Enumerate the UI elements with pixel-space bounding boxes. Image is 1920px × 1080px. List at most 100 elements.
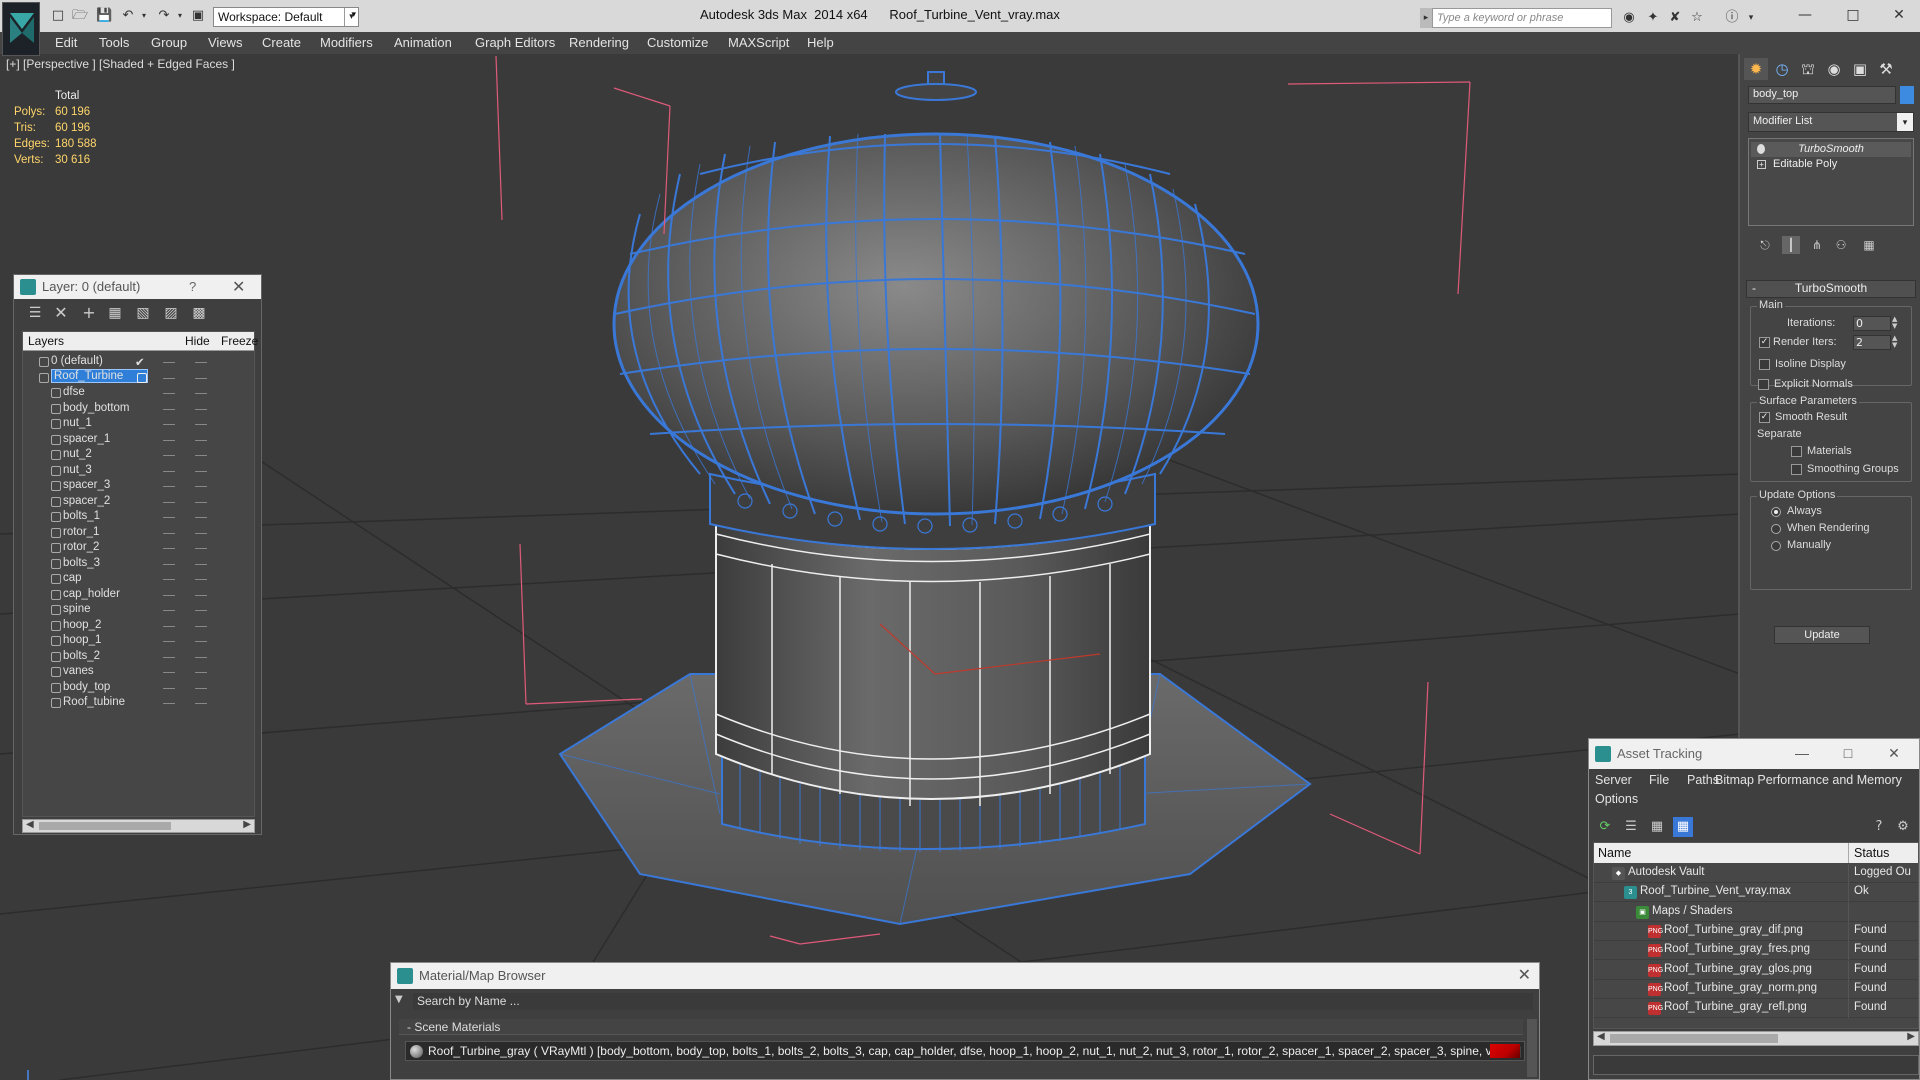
- menu-customize[interactable]: Customize: [647, 35, 708, 50]
- materials-checkbox[interactable]: [1791, 446, 1802, 457]
- minimize-icon[interactable]: —: [1790, 4, 1820, 26]
- col-status[interactable]: Status: [1854, 846, 1889, 860]
- modify-tab-icon[interactable]: ◷: [1770, 58, 1794, 80]
- favorites-icon[interactable]: ✘: [1666, 9, 1684, 27]
- hide-toggle[interactable]: [163, 579, 175, 580]
- asset-menu-file[interactable]: File: [1649, 773, 1669, 787]
- freeze-toggle[interactable]: [195, 393, 207, 394]
- when-rendering-radio[interactable]: [1771, 524, 1781, 534]
- motion-tab-icon[interactable]: ◉: [1822, 58, 1846, 80]
- scene-materials-group[interactable]: - Scene Materials: [399, 1019, 1523, 1035]
- freeze-toggle[interactable]: [195, 594, 207, 596]
- col-hide[interactable]: Hide: [185, 334, 210, 348]
- object-color-swatch[interactable]: [1900, 86, 1914, 104]
- col-layers[interactable]: Layers: [28, 334, 64, 348]
- menu-help[interactable]: Help: [807, 35, 834, 50]
- scroll-left-icon[interactable]: ◀: [1597, 1031, 1605, 1042]
- iterations-spinner[interactable]: 0 ▲ ▼: [1853, 316, 1897, 331]
- hide-toggle[interactable]: [163, 501, 175, 503]
- project-folder-icon[interactable]: ▣: [190, 8, 206, 24]
- update-button[interactable]: Update: [1774, 626, 1870, 644]
- close-icon[interactable]: ✕: [1518, 965, 1531, 985]
- asset-menu-bitmap-performance[interactable]: Bitmap Performance and Memory: [1715, 773, 1902, 787]
- freeze-toggle[interactable]: [195, 439, 207, 441]
- menu-rendering[interactable]: Rendering: [569, 35, 629, 50]
- redo-icon[interactable]: ↷: [156, 8, 172, 24]
- scroll-right-icon[interactable]: ▶: [1907, 1031, 1915, 1042]
- freeze-toggle[interactable]: [195, 486, 207, 487]
- hide-toggle[interactable]: [163, 377, 175, 379]
- smoothing-groups-checkbox[interactable]: [1791, 464, 1802, 475]
- asset-row[interactable]: PNG Roof_Turbine_gray_fres.png Found: [1594, 941, 1918, 961]
- asset-menu-options[interactable]: Options: [1595, 792, 1638, 806]
- turbosmooth-rollout-header[interactable]: - TurboSmooth: [1746, 280, 1916, 298]
- hide-toggle[interactable]: [163, 393, 175, 394]
- display-tab-icon[interactable]: ▣: [1848, 58, 1872, 80]
- hide-toggle[interactable]: [163, 486, 175, 487]
- freeze-toggle[interactable]: [195, 362, 207, 363]
- close-icon[interactable]: ✕: [1883, 743, 1905, 763]
- freeze-all-icon[interactable]: ▩: [190, 304, 208, 322]
- hide-toggle[interactable]: [163, 470, 175, 472]
- object-name-field[interactable]: body_top: [1748, 86, 1896, 104]
- redo-dropdown-icon[interactable]: ▾: [172, 8, 188, 24]
- hide-toggle[interactable]: [163, 455, 175, 456]
- hide-toggle[interactable]: [163, 672, 175, 673]
- pin-stack-icon[interactable]: ⎋: [1756, 236, 1774, 254]
- utilities-tab-icon[interactable]: ⚒: [1874, 58, 1898, 80]
- always-radio[interactable]: [1771, 507, 1781, 517]
- help-icon[interactable]: ?: [1869, 817, 1889, 837]
- freeze-toggle[interactable]: [195, 625, 207, 627]
- highlight-layer-icon[interactable]: ▧: [134, 304, 152, 322]
- freeze-toggle[interactable]: [195, 377, 207, 379]
- render-iters-checkbox[interactable]: ✓: [1759, 337, 1770, 348]
- help-icon[interactable]: ⓘ: [1723, 9, 1741, 27]
- menu-animation[interactable]: Animation: [394, 35, 452, 50]
- menu-edit[interactable]: Edit: [55, 35, 77, 50]
- hide-toggle[interactable]: [163, 532, 175, 534]
- star-icon[interactable]: ☆: [1688, 9, 1706, 27]
- undo-icon[interactable]: ↶: [120, 8, 136, 24]
- material-search-input[interactable]: Search by Name ...: [413, 993, 1533, 1010]
- freeze-toggle[interactable]: [195, 610, 207, 611]
- delete-layer-icon[interactable]: ✕: [52, 304, 70, 322]
- hide-toggle[interactable]: [163, 424, 175, 425]
- viewport-label[interactable]: [+] [Perspective ] [Shaded + Edged Faces…: [6, 57, 235, 71]
- menu-views[interactable]: Views: [208, 35, 242, 50]
- stack-item-turbosmooth[interactable]: TurboSmooth: [1751, 142, 1911, 157]
- hide-toggle[interactable]: [163, 594, 175, 596]
- search-expand-icon[interactable]: ▸: [1420, 8, 1432, 28]
- hide-toggle[interactable]: [163, 563, 175, 565]
- hide-toggle[interactable]: [163, 439, 175, 441]
- asset-row[interactable]: PNG Roof_Turbine_gray_refl.png Found: [1594, 999, 1918, 1019]
- hide-toggle[interactable]: [163, 641, 175, 642]
- menu-graph-editors[interactable]: Graph Editors: [475, 35, 555, 50]
- freeze-toggle[interactable]: [195, 687, 207, 689]
- col-freeze[interactable]: Freeze: [221, 334, 258, 348]
- modifier-list-dropdown[interactable]: Modifier List ▾: [1748, 112, 1914, 132]
- smooth-result-checkbox[interactable]: ✓: [1759, 412, 1770, 423]
- expand-icon[interactable]: +: [1757, 160, 1766, 169]
- freeze-toggle[interactable]: [195, 563, 207, 565]
- undo-dropdown-icon[interactable]: ▾: [136, 8, 152, 24]
- material-browser-titlebar[interactable]: Material/Map Browser ✕: [391, 963, 1539, 989]
- menu-modifiers[interactable]: Modifiers: [320, 35, 373, 50]
- layer-list[interactable]: Layers Hide Freeze 0 (default) ✔ Roof_Turb…: [22, 331, 258, 817]
- new-file-icon[interactable]: □: [50, 8, 66, 24]
- layer-row[interactable]: Roof_tubine: [23, 694, 254, 713]
- freeze-toggle[interactable]: [195, 672, 207, 673]
- hide-toggle[interactable]: [163, 610, 175, 611]
- maximize-icon[interactable]: □: [1838, 4, 1868, 26]
- hide-toggle[interactable]: [163, 656, 175, 658]
- create-tab-icon[interactable]: ✹: [1744, 58, 1768, 80]
- menu-create[interactable]: Create: [262, 35, 301, 50]
- current-layer-check-icon[interactable]: ✔: [135, 355, 145, 369]
- layer-horizontal-scrollbar[interactable]: ◀ ▶: [22, 819, 255, 833]
- hide-toggle[interactable]: [163, 408, 175, 410]
- freeze-toggle[interactable]: [195, 656, 207, 658]
- asset-row[interactable]: PNG Roof_Turbine_gray_glos.png Found: [1594, 960, 1918, 980]
- asset-row[interactable]: 3 Roof_Turbine_Vent_vray.max Ok: [1594, 883, 1918, 903]
- table-view-icon[interactable]: ▦: [1673, 817, 1693, 837]
- freeze-toggle[interactable]: [195, 424, 207, 425]
- workspace-dropdown[interactable]: Workspace: Default ▾: [213, 7, 359, 27]
